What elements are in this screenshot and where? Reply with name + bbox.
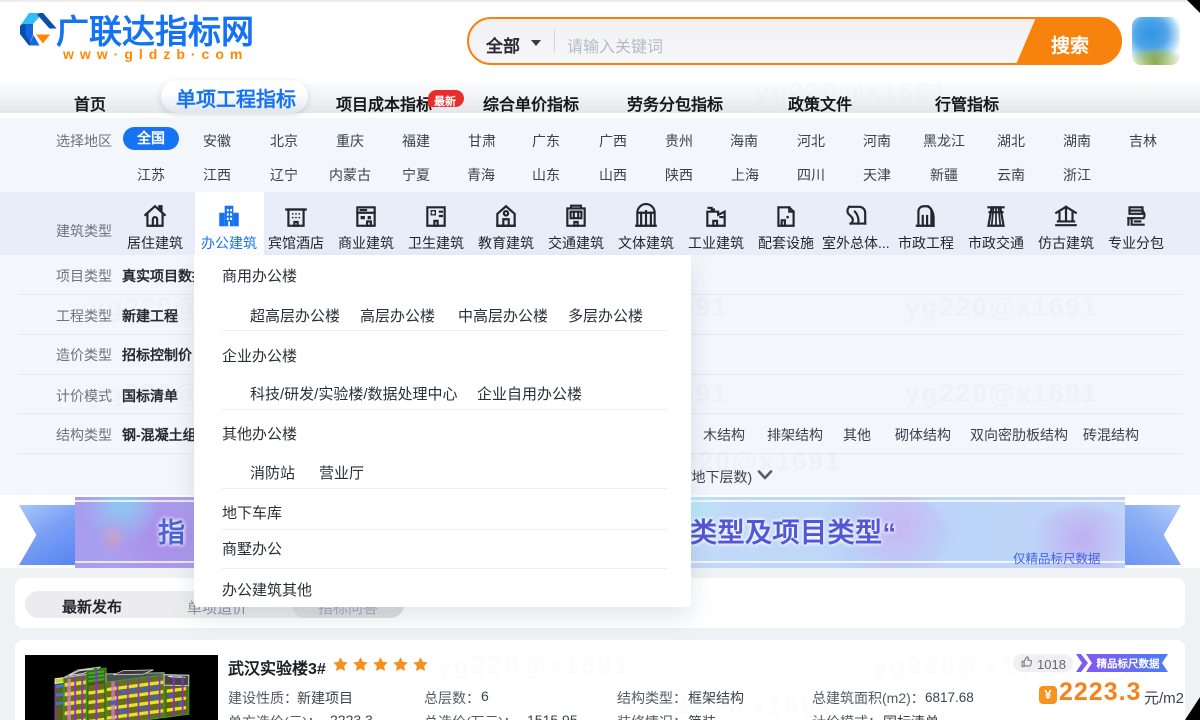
svg-text:精品标尺数据: 精品标尺数据	[1097, 657, 1160, 670]
